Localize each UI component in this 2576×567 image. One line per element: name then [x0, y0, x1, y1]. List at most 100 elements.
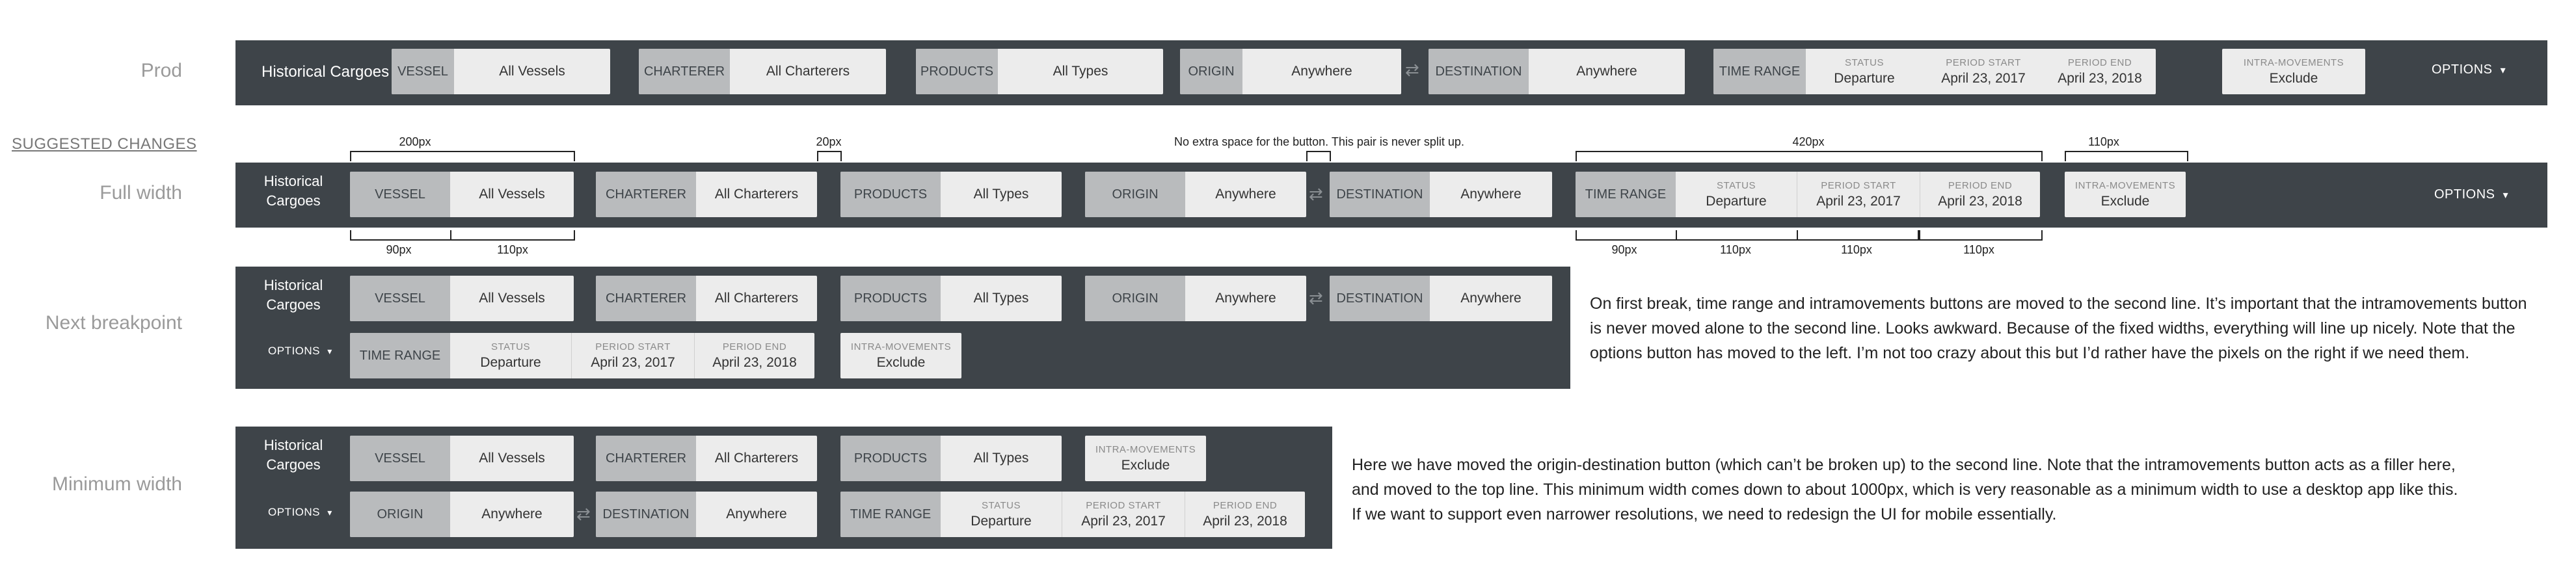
intra-movements-field: INTRA-MOVEMENTS Exclude — [840, 333, 961, 378]
min-time-range-button[interactable]: TIME RANGE STATUS Departure PERIOD START… — [840, 492, 1305, 537]
full-origin-button[interactable]: ORIGIN Anywhere — [1085, 172, 1306, 217]
bracket-90px-time — [1576, 230, 1677, 241]
prod-origin-button[interactable]: ORIGIN Anywhere — [1180, 49, 1401, 94]
charterer-tag: CHARTERER — [596, 436, 696, 481]
charterer-value: All Charterers — [714, 291, 799, 306]
destination-tag: DESTINATION — [1330, 276, 1430, 321]
min-destination-button[interactable]: DESTINATION Anywhere — [596, 492, 817, 537]
status-value: Departure — [1706, 193, 1767, 209]
next-vessel-button[interactable]: VESSEL All Vessels — [350, 276, 574, 321]
intra-movements-caption: INTRA-MOVEMENTS — [2243, 57, 2344, 68]
note-line: Here we have moved the origin-destinatio… — [1352, 456, 2456, 474]
options-label: OPTIONS — [268, 345, 321, 357]
annotation-90px-time: 90px — [1611, 243, 1637, 256]
next-breakpoint-note: On first break, time range and intramove… — [1590, 291, 2566, 365]
annotation-110px-vessel: 110px — [497, 243, 528, 256]
intra-movements-caption: INTRA-MOVEMENTS — [1095, 443, 1196, 455]
products-value: All Types — [973, 291, 1029, 306]
next-options-button[interactable]: OPTIONS ▾ — [268, 345, 332, 358]
brand-line-1: Historical — [263, 277, 323, 293]
period-start-value: April 23, 2017 — [1941, 70, 2026, 86]
bracket-110px-end — [1919, 230, 2043, 241]
brand-line-1: Historical — [263, 173, 323, 189]
full-swap-icon[interactable]: ⇄ — [1309, 184, 1323, 204]
period-start-value: April 23, 2017 — [591, 354, 675, 370]
prod-intra-movements-button[interactable]: INTRA-MOVEMENTS Exclude — [2222, 49, 2365, 94]
full-charterer-button[interactable]: CHARTERER All Charterers — [596, 172, 817, 217]
min-charterer-button[interactable]: CHARTERER All Charterers — [596, 436, 817, 481]
period-end-field: PERIOD END April 23, 2018 — [1920, 172, 2040, 217]
intra-movements-value: Exclude — [1121, 457, 1170, 473]
min-origin-button[interactable]: ORIGIN Anywhere — [350, 492, 574, 537]
charterer-value: All Charterers — [766, 64, 850, 79]
full-time-range-button[interactable]: TIME RANGE STATUS Departure PERIOD START… — [1576, 172, 2040, 217]
next-destination-button[interactable]: DESTINATION Anywhere — [1330, 276, 1552, 321]
row-label-full-width: Full width — [100, 182, 182, 204]
next-time-range-button[interactable]: TIME RANGE STATUS Departure PERIOD START… — [350, 333, 814, 378]
bracket-90px-vessel — [350, 230, 451, 241]
period-end-value: April 23, 2018 — [1938, 193, 2022, 209]
chevron-down-icon: ▾ — [327, 507, 332, 518]
destination-tag: DESTINATION — [1429, 49, 1529, 94]
time-range-tag: TIME RANGE — [1576, 172, 1676, 217]
origin-tag: ORIGIN — [1085, 172, 1185, 217]
row-label-prod: Prod — [141, 60, 182, 81]
vessel-tag: VESSEL — [350, 276, 450, 321]
destination-value: Anywhere — [1576, 64, 1637, 79]
products-tag: PRODUCTS — [840, 172, 941, 217]
prod-time-range-button[interactable]: TIME RANGE STATUS Departure PERIOD START… — [1713, 49, 2156, 94]
min-options-button[interactable]: OPTIONS ▾ — [268, 506, 332, 519]
bracket-110px-status — [1676, 230, 1798, 241]
prod-options-button[interactable]: OPTIONS ▾ — [2432, 62, 2506, 77]
time-range-tag: TIME RANGE — [840, 492, 941, 537]
period-start-field: PERIOD START April 23, 2017 — [1923, 49, 2044, 94]
full-products-button[interactable]: PRODUCTS All Types — [840, 172, 1062, 217]
prod-charterer-button[interactable]: CHARTERER All Charterers — [639, 49, 886, 94]
annotation-200px: 200px — [399, 135, 431, 148]
period-start-caption: PERIOD START — [595, 341, 671, 352]
origin-value: Anywhere — [481, 507, 543, 521]
full-intra-movements-button[interactable]: INTRA-MOVEMENTS Exclude — [2065, 172, 2186, 217]
min-vessel-button[interactable]: VESSEL All Vessels — [350, 436, 574, 481]
prod-products-button[interactable]: PRODUCTS All Types — [916, 49, 1163, 94]
destination-value: Anywhere — [1460, 187, 1522, 202]
next-charterer-button[interactable]: CHARTERER All Charterers — [596, 276, 817, 321]
next-brand-title: Historical Cargoes — [251, 276, 336, 315]
next-origin-button[interactable]: ORIGIN Anywhere — [1085, 276, 1306, 321]
min-products-button[interactable]: PRODUCTS All Types — [840, 436, 1062, 481]
min-intra-movements-button[interactable]: INTRA-MOVEMENTS Exclude — [1085, 436, 1206, 481]
status-field: STATUS Departure — [1806, 49, 1923, 94]
destination-value: Anywhere — [1460, 291, 1522, 306]
vessel-tag: VESSEL — [392, 49, 454, 94]
status-caption: STATUS — [491, 341, 530, 352]
origin-tag: ORIGIN — [1180, 49, 1242, 94]
prod-swap-icon[interactable]: ⇄ — [1405, 60, 1419, 80]
period-start-caption: PERIOD START — [1086, 499, 1161, 511]
prod-brand-title: Historical Cargoes — [262, 63, 390, 81]
period-end-field: PERIOD END April 23, 2018 — [694, 333, 814, 378]
products-tag: PRODUCTS — [916, 49, 998, 94]
period-end-value: April 23, 2018 — [1203, 513, 1287, 529]
origin-tag: ORIGIN — [1085, 276, 1185, 321]
annotation-110px-start: 110px — [1841, 243, 1872, 256]
row-label-next-breakpoint: Next breakpoint — [45, 312, 182, 334]
full-destination-button[interactable]: DESTINATION Anywhere — [1330, 172, 1552, 217]
suggested-changes-heading: SUGGESTED CHANGES — [12, 135, 197, 153]
full-vessel-button[interactable]: VESSEL All Vessels — [350, 172, 574, 217]
next-swap-icon[interactable]: ⇄ — [1309, 288, 1323, 308]
status-value: Departure — [971, 513, 1032, 529]
period-start-caption: PERIOD START — [1821, 179, 1896, 191]
status-caption: STATUS — [1717, 179, 1756, 191]
min-swap-icon[interactable]: ⇄ — [576, 504, 591, 524]
bracket-110px-intra — [2065, 151, 2188, 161]
chevron-down-icon: ▾ — [327, 346, 332, 356]
next-products-button[interactable]: PRODUCTS All Types — [840, 276, 1062, 321]
status-caption: STATUS — [982, 499, 1021, 511]
full-options-button[interactable]: OPTIONS ▾ — [2434, 187, 2508, 202]
bracket-420px — [1576, 151, 2043, 161]
period-end-field: PERIOD END April 23, 2018 — [2044, 49, 2156, 94]
charterer-tag: CHARTERER — [596, 276, 696, 321]
prod-destination-button[interactable]: DESTINATION Anywhere — [1429, 49, 1685, 94]
prod-vessel-button[interactable]: VESSEL All Vessels — [392, 49, 610, 94]
next-intra-movements-button[interactable]: INTRA-MOVEMENTS Exclude — [840, 333, 961, 378]
